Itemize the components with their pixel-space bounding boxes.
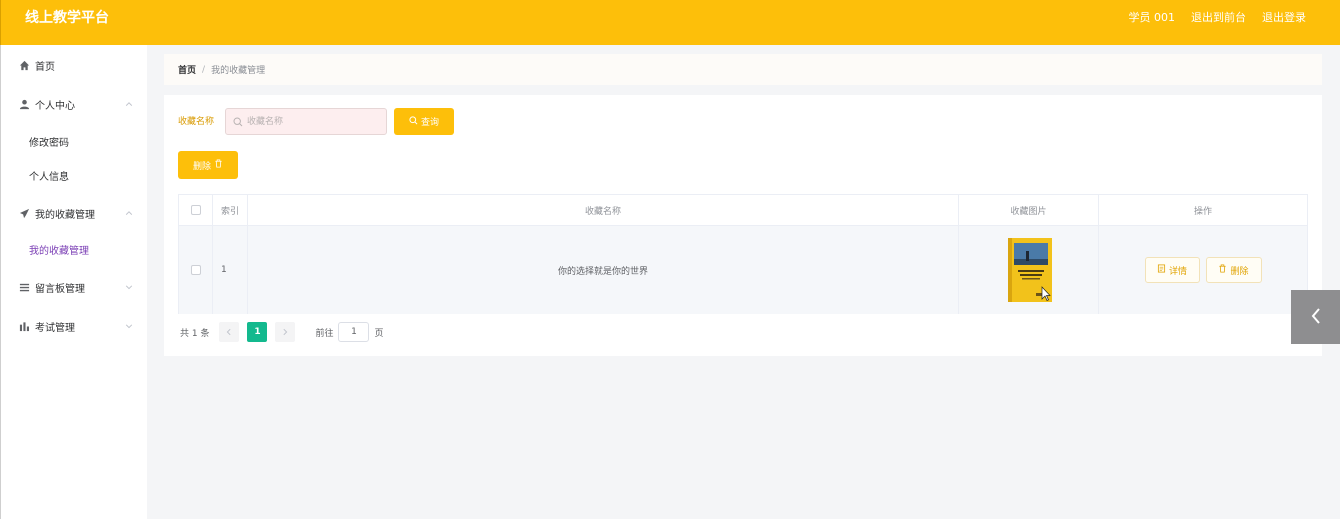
next-page-button[interactable] [275,322,296,342]
row-select-cell [179,226,213,314]
top-header: 线上教学平台 学员 001 退出到前台 退出登录 [0,0,1340,45]
chevron-left-icon [1308,306,1324,329]
back-to-front-link[interactable]: 退出到前台 [1191,11,1246,25]
search-input[interactable] [247,113,382,131]
detail-button-label: 详情 [1168,266,1187,277]
row-checkbox[interactable] [190,265,201,275]
sidebar-item-exam-management[interactable]: 考试管理 [1,314,148,338]
current-user-label: 学员 001 [1128,11,1176,24]
table-header-row: 索引 收藏名称 收藏图片 操作 [179,195,1307,226]
trash-icon [214,159,223,171]
breadcrumb-current: 我的收藏管理 [211,66,266,76]
logout-link[interactable]: 退出登录 [1262,11,1306,25]
goto-prefix: 前往 [315,328,334,339]
sidebar-subitem-personal-info[interactable]: 个人信息 [29,165,69,185]
sidebar: 首页 个人中心 修改密码 个人信息 我的收藏管理 我的收藏管理 留言板管理 考试… [0,45,147,519]
sidebar-item-label: 留言板管理 [35,283,85,295]
query-button[interactable]: 查询 [394,108,454,135]
sidebar-subitem-change-password[interactable]: 修改密码 [29,131,69,151]
sidebar-item-home[interactable]: 首页 [1,53,148,77]
breadcrumb-separator: / [202,64,206,75]
document-icon [1157,264,1166,276]
chevron-down-icon [124,321,134,331]
search-icon [233,117,243,127]
batch-delete-label: 删除 [192,161,211,172]
user-icon [18,98,30,110]
search-icon [409,115,418,128]
header-name: 收藏名称 [248,195,959,225]
pagination-goto: 前往 页 [315,322,383,342]
sidebar-item-label: 首页 [35,61,55,73]
goto-suffix: 页 [374,328,384,339]
breadcrumb: 首页 / 我的收藏管理 [164,54,1322,85]
sidebar-item-label: 个人中心 [35,100,75,112]
query-button-label: 查询 [420,118,439,128]
row-index: 1 [213,226,248,314]
prev-page-button[interactable] [219,322,240,342]
row-delete-label: 删除 [1230,266,1249,277]
chevron-left-icon [227,328,231,336]
search-field[interactable] [225,108,387,135]
row-image-cell [959,226,1099,314]
sidebar-item-personal-center[interactable]: 个人中心 [1,92,148,116]
header-index: 索引 [213,195,248,225]
home-icon [18,59,30,71]
row-actions-cell: 详情 删除 [1099,226,1307,314]
header-image: 收藏图片 [959,195,1099,225]
header-nav: 学员 001 退出到前台 退出登录 [1129,11,1307,25]
search-label: 收藏名称 [178,117,215,127]
app-title: 线上教学平台 [25,10,109,26]
chevron-up-icon [124,99,134,109]
header-select-cell [179,195,213,225]
header-actions: 操作 [1193,206,1212,217]
chevron-up-icon [124,208,134,218]
page-number-button[interactable]: 1 [247,322,268,342]
sidebar-item-message-board[interactable]: 留言板管理 [1,275,148,299]
row-name: 你的选择就是你的世界 [248,226,959,314]
pagination: 共 1 条 1 前往 页 [180,322,383,342]
paper-plane-icon [18,207,30,219]
table-row: 1 你的选择就是你的世界 详情 删除 [179,226,1307,314]
sidebar-item-my-favorites[interactable]: 我的收藏管理 [1,201,148,225]
breadcrumb-home-link[interactable]: 首页 [178,63,196,76]
trash-icon [1218,264,1227,276]
book-cover-image[interactable] [1006,237,1052,303]
floating-collapse-button[interactable] [1291,290,1340,344]
row-delete-button[interactable]: 删除 [1205,257,1262,283]
chevron-right-icon [283,328,288,336]
bar-chart-icon [18,320,30,332]
batch-delete-button[interactable]: 删除 [178,151,238,179]
sidebar-item-label: 考试管理 [35,322,75,334]
pagination-total: 共 1 条 [180,328,210,339]
goto-page-input[interactable] [338,322,370,342]
sidebar-item-label: 我的收藏管理 [35,209,95,221]
favorites-table: 索引 收藏名称 收藏图片 操作 1 你的选择就是你的世界 详情 删除 [178,194,1308,314]
main-content-panel: 收藏名称 查询 删除 索引 收藏名称 收藏图片 操作 [164,95,1322,356]
select-all-checkbox[interactable] [190,205,201,215]
detail-button[interactable]: 详情 [1144,257,1200,283]
list-icon [18,281,30,293]
chevron-down-icon [124,282,134,292]
sidebar-subitem-my-favorites[interactable]: 我的收藏管理 [29,239,89,259]
